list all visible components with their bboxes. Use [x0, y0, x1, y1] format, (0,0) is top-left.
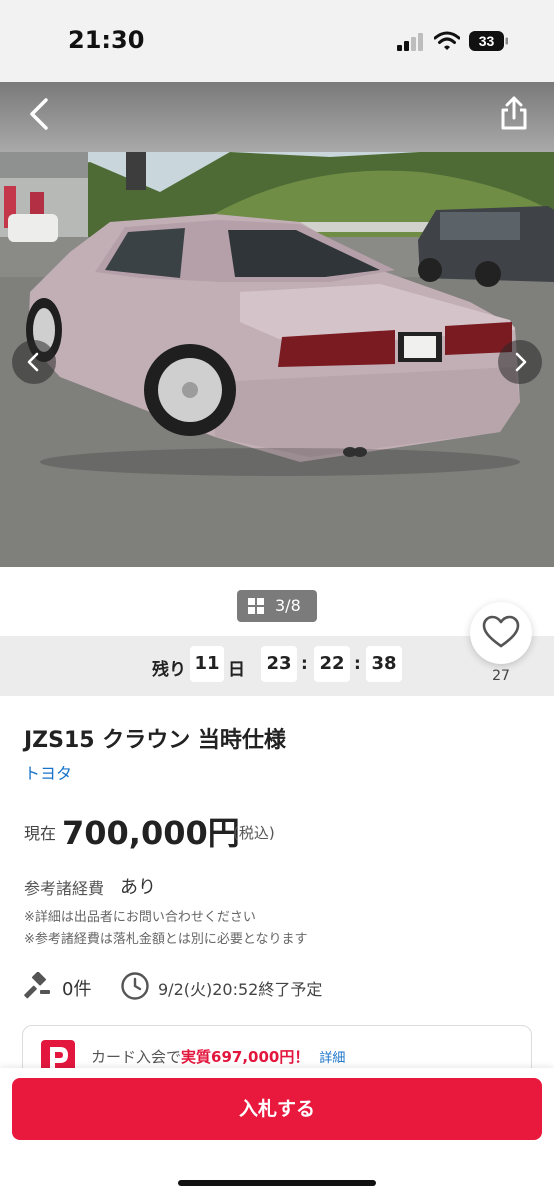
- price-label: 現在: [24, 824, 57, 843]
- battery-icon: 33: [469, 31, 508, 51]
- promo-highlight: 実質697,000円！: [181, 1048, 310, 1066]
- end-time: 9/2(火)20:52終了予定: [158, 980, 323, 999]
- countdown-hours: 23: [261, 646, 297, 682]
- previous-photo-button[interactable]: [12, 340, 56, 384]
- countdown-prefix: 残り: [152, 660, 186, 680]
- note-fee-separate: ※参考諸経費は落札金額とは別に必要となります: [24, 932, 308, 947]
- item-photo[interactable]: [0, 152, 554, 567]
- fee-label: 参考諸経費: [24, 879, 105, 898]
- bids-row: 0件 9/2(火)20:52終了予定: [24, 970, 524, 1002]
- status-time: 21:30: [68, 26, 145, 54]
- promo-text: カード入会で実質697,000円！ 詳細: [91, 1046, 345, 1067]
- back-icon[interactable]: [24, 94, 58, 134]
- bottom-action-bar: 入札する: [0, 1068, 554, 1200]
- photo-counter-text: 3/8: [275, 596, 301, 615]
- countdown-separator: :: [354, 654, 361, 674]
- wifi-icon: [434, 31, 460, 50]
- grid-icon: [248, 598, 264, 614]
- photo-counter-button[interactable]: 3/8: [237, 590, 317, 622]
- countdown-days: 11: [190, 646, 224, 682]
- item-title: JZS15 クラウン 当時仕様: [24, 728, 286, 753]
- fee-value: あり: [120, 877, 156, 898]
- countdown-days-unit: 日: [228, 660, 245, 680]
- share-icon[interactable]: [498, 94, 530, 132]
- countdown-minutes: 22: [314, 646, 350, 682]
- clock-icon: [121, 972, 149, 1000]
- note-contact-seller: ※詳細は出品者にお問い合わせください: [24, 910, 256, 925]
- gavel-icon: [24, 972, 50, 999]
- promo-prefix: カード入会で: [91, 1048, 182, 1066]
- car-photo-illustration: [0, 152, 554, 567]
- signal-icon: [397, 33, 425, 51]
- countdown-separator: :: [301, 654, 308, 674]
- chevron-left-icon: [27, 352, 39, 372]
- bid-count: 0件: [62, 979, 92, 1000]
- countdown-seconds: 38: [366, 646, 402, 682]
- gallery-header: [0, 82, 554, 152]
- home-indicator: [178, 1180, 376, 1186]
- chevron-right-icon: [515, 352, 527, 372]
- battery-level: 33: [479, 33, 495, 49]
- current-price: 700,000円: [62, 814, 240, 852]
- price-tax-label: (税込): [233, 824, 275, 842]
- bid-button[interactable]: 入札する: [12, 1078, 542, 1140]
- watchlist-count: 27: [492, 668, 510, 684]
- heart-icon: [482, 615, 520, 648]
- watchlist-button[interactable]: [470, 602, 532, 664]
- maker-link[interactable]: トヨタ: [24, 760, 72, 784]
- next-photo-button[interactable]: [498, 340, 542, 384]
- promo-detail-link[interactable]: 詳細: [319, 1051, 345, 1066]
- status-bar: 21:30 33: [0, 0, 554, 82]
